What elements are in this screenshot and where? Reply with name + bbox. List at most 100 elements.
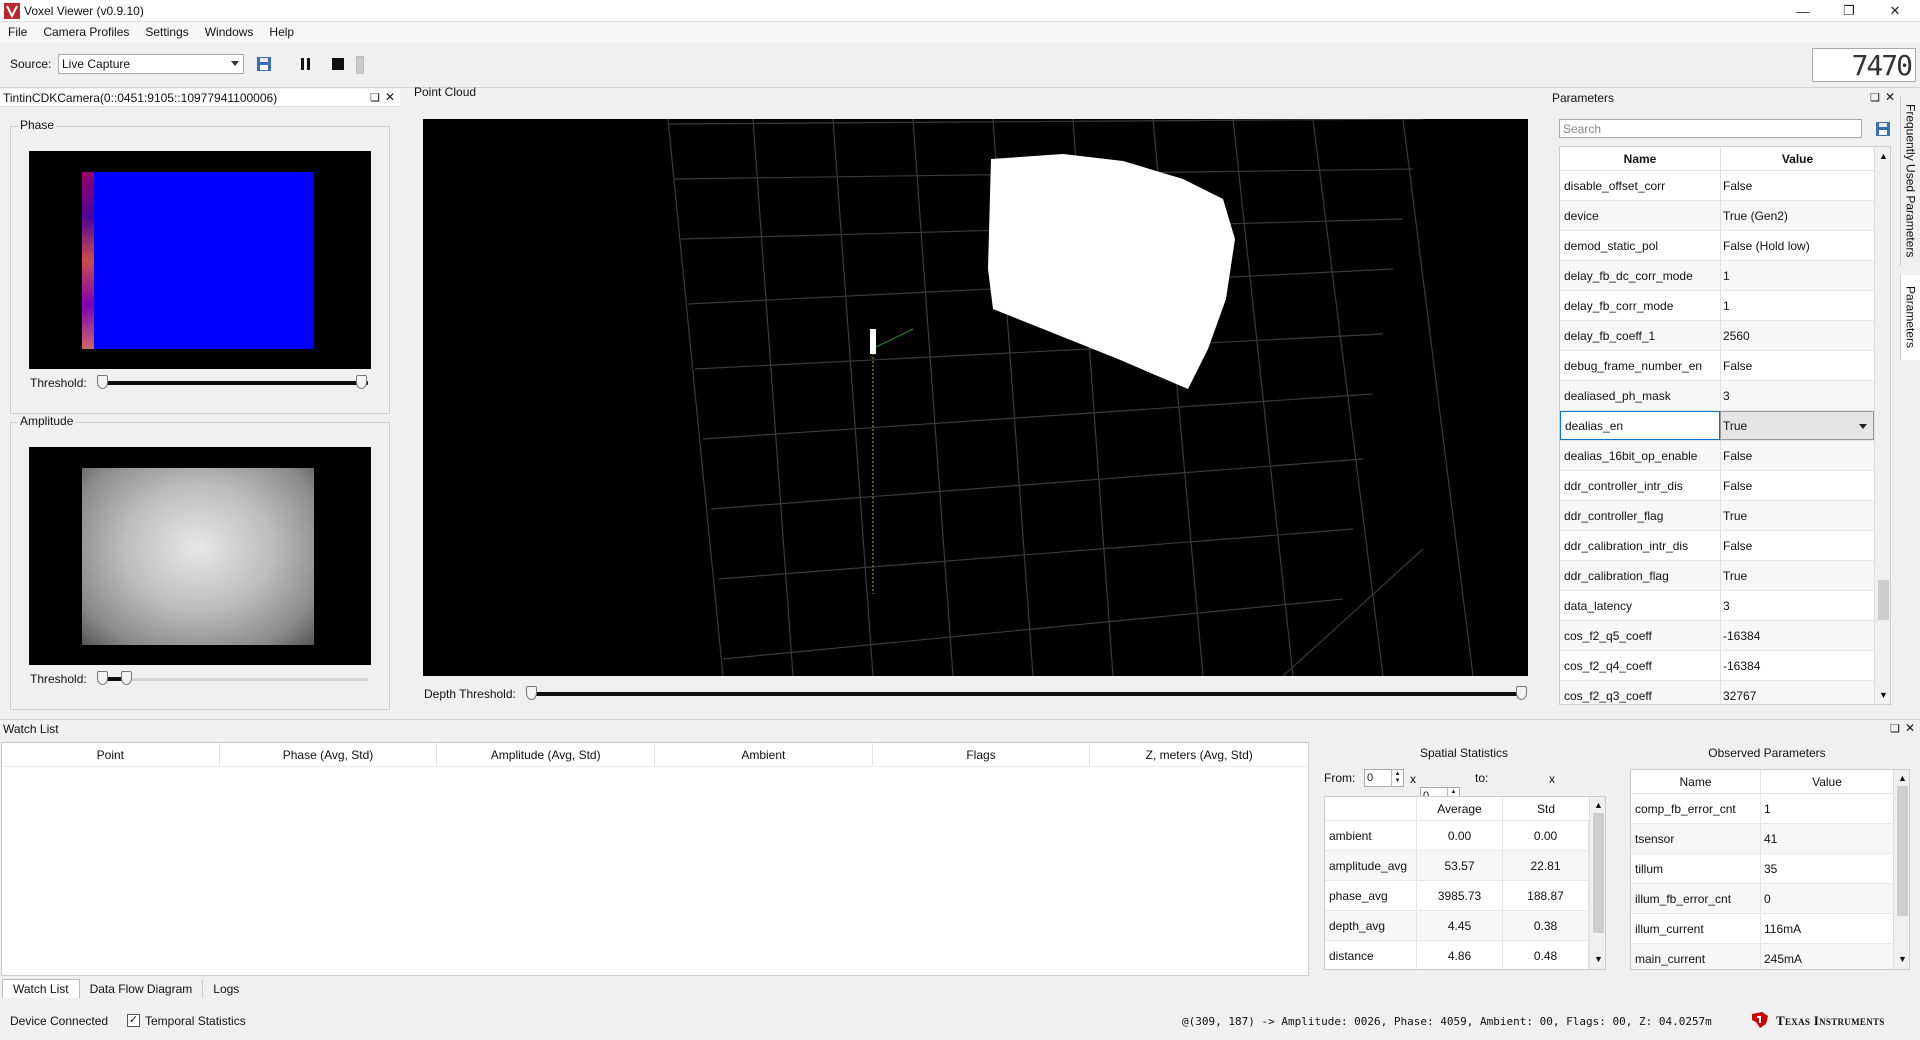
pause-button[interactable]: [296, 54, 316, 74]
column-ambient-header[interactable]: Ambient: [655, 743, 873, 766]
scroll-up-icon[interactable]: ▲: [1594, 800, 1603, 810]
observed-scrollbar[interactable]: ▲ ▼: [1893, 770, 1909, 969]
parameter-value[interactable]: 3: [1720, 381, 1874, 410]
close-panel-icon[interactable]: ✕: [1905, 721, 1915, 735]
column-point-header[interactable]: Point: [2, 743, 220, 766]
column-name-header[interactable]: Name: [1631, 770, 1761, 793]
parameter-value[interactable]: False: [1720, 471, 1874, 500]
parameter-value[interactable]: False (Hold low): [1720, 231, 1874, 260]
parameter-row[interactable]: delay_fb_dc_corr_mode 1: [1560, 261, 1874, 291]
depth-threshold-slider[interactable]: [531, 692, 1521, 696]
close-panel-icon[interactable]: ✕: [1885, 90, 1895, 104]
column-phase-header[interactable]: Phase (Avg, Std): [220, 743, 438, 766]
menu-settings[interactable]: Settings: [137, 25, 196, 39]
parameter-value[interactable]: False: [1720, 441, 1874, 470]
save-source-button[interactable]: [254, 54, 274, 74]
column-value-header[interactable]: Value: [1720, 147, 1874, 170]
parameter-value[interactable]: 32767: [1720, 681, 1874, 704]
parameter-search-input[interactable]: Search: [1559, 119, 1862, 138]
phase-image[interactable]: [29, 151, 371, 369]
column-z-meters-header[interactable]: Z, meters (Avg, Std): [1090, 743, 1308, 766]
parameter-value[interactable]: False: [1720, 531, 1874, 560]
parameter-row[interactable]: cos_f2_q4_coeff -16384: [1560, 651, 1874, 681]
parameter-value[interactable]: True: [1720, 501, 1874, 530]
observed-scroll-thumb[interactable]: [1897, 786, 1908, 916]
point-cloud-view[interactable]: [423, 119, 1528, 676]
spatial-scrollbar[interactable]: ▲ ▼: [1589, 797, 1605, 969]
scroll-down-icon[interactable]: ▼: [1594, 954, 1603, 964]
scroll-up-icon[interactable]: ▲: [1879, 151, 1888, 161]
parameter-row[interactable]: dealiased_ph_mask 3: [1560, 381, 1874, 411]
menu-windows[interactable]: Windows: [197, 25, 262, 39]
save-parameters-button[interactable]: [1873, 119, 1893, 139]
parameter-row[interactable]: cos_f2_q5_coeff -16384: [1560, 621, 1874, 651]
parameter-row[interactable]: cos_f2_q3_coeff 32767: [1560, 681, 1874, 704]
phase-threshold-slider[interactable]: [102, 381, 368, 385]
parameters-scrollbar[interactable]: ▲ ▼: [1874, 147, 1890, 704]
column-value-header[interactable]: Value: [1761, 770, 1893, 793]
parameter-row[interactable]: data_latency 3: [1560, 591, 1874, 621]
parameter-value-dropdown[interactable]: True: [1720, 411, 1874, 440]
parameter-value[interactable]: False: [1720, 171, 1874, 200]
parameter-row[interactable]: ddr_controller_flag True: [1560, 501, 1874, 531]
tab-parameters[interactable]: Parameters: [1900, 275, 1920, 360]
parameter-value[interactable]: False: [1720, 351, 1874, 380]
parameter-row[interactable]: dealias_en True: [1560, 411, 1874, 441]
amplitude-image[interactable]: [29, 447, 371, 665]
undock-icon[interactable]: ❏: [1890, 722, 1900, 735]
parameter-row[interactable]: dealias_16bit_op_enable False: [1560, 441, 1874, 471]
stop-button[interactable]: [328, 54, 348, 74]
parameter-row[interactable]: delay_fb_coeff_1 2560: [1560, 321, 1874, 351]
spin-arrows-icon[interactable]: ▲▼: [1391, 770, 1403, 786]
amplitude-threshold-slider[interactable]: [102, 678, 368, 681]
parameter-row[interactable]: delay_fb_corr_mode 1: [1560, 291, 1874, 321]
phase-threshold-min-handle[interactable]: [97, 375, 108, 389]
parameter-row[interactable]: disable_offset_corr False: [1560, 171, 1874, 201]
scroll-down-icon[interactable]: ▼: [1898, 954, 1907, 964]
parameter-row[interactable]: ddr_controller_intr_dis False: [1560, 471, 1874, 501]
tab-frequently-used-parameters[interactable]: Frequently Used Parameters: [1900, 96, 1920, 266]
column-flags-header[interactable]: Flags: [873, 743, 1091, 766]
parameter-value[interactable]: 3: [1720, 591, 1874, 620]
undock-icon[interactable]: ❏: [370, 91, 380, 104]
menu-help[interactable]: Help: [261, 25, 302, 39]
close-window-button[interactable]: ✕: [1872, 0, 1918, 22]
parameter-row[interactable]: ddr_calibration_intr_dis False: [1560, 531, 1874, 561]
parameter-row[interactable]: ddr_calibration_flag True: [1560, 561, 1874, 591]
phase-threshold-max-handle[interactable]: [356, 375, 367, 389]
temporal-statistics-checkbox[interactable]: ✓: [127, 1014, 140, 1027]
parameter-value[interactable]: True: [1720, 561, 1874, 590]
scroll-down-icon[interactable]: ▼: [1879, 690, 1888, 700]
tab-logs[interactable]: Logs: [202, 980, 249, 998]
parameter-row[interactable]: debug_frame_number_en False: [1560, 351, 1874, 381]
spatial-scroll-thumb[interactable]: [1593, 813, 1604, 933]
tab-data-flow-diagram[interactable]: Data Flow Diagram: [80, 980, 203, 998]
menu-file[interactable]: File: [0, 25, 35, 39]
tab-watch-list[interactable]: Watch List: [2, 979, 80, 998]
parameter-value[interactable]: 1: [1720, 291, 1874, 320]
frame-slider-handle[interactable]: [356, 56, 364, 74]
close-panel-icon[interactable]: ✕: [385, 90, 395, 104]
undock-icon[interactable]: ❏: [1870, 91, 1880, 104]
maximize-button[interactable]: ❐: [1826, 0, 1872, 22]
column-amplitude-header[interactable]: Amplitude (Avg, Std): [437, 743, 656, 766]
column-name-header[interactable]: Name: [1560, 147, 1720, 170]
parameter-value[interactable]: -16384: [1720, 651, 1874, 680]
column-std-header[interactable]: Std: [1503, 797, 1589, 820]
parameters-scroll-thumb[interactable]: [1878, 580, 1889, 620]
parameter-row[interactable]: device True (Gen2): [1560, 201, 1874, 231]
depth-threshold-min-handle[interactable]: [526, 686, 537, 700]
depth-threshold-max-handle[interactable]: [1516, 686, 1527, 700]
parameter-value[interactable]: -16384: [1720, 621, 1874, 650]
parameter-value[interactable]: 2560: [1720, 321, 1874, 350]
from-x-spinbox[interactable]: 0 ▲ ▼: [1364, 769, 1404, 787]
amplitude-threshold-max-handle[interactable]: [121, 671, 132, 685]
parameter-value[interactable]: True (Gen2): [1720, 201, 1874, 230]
minimize-button[interactable]: —: [1780, 0, 1826, 22]
menu-camera-profiles[interactable]: Camera Profiles: [35, 25, 137, 39]
column-average-header[interactable]: Average: [1417, 797, 1503, 820]
scroll-up-icon[interactable]: ▲: [1898, 773, 1907, 783]
parameter-value[interactable]: 1: [1720, 261, 1874, 290]
source-select[interactable]: Live Capture: [58, 54, 244, 74]
parameter-row[interactable]: demod_static_pol False (Hold low): [1560, 231, 1874, 261]
